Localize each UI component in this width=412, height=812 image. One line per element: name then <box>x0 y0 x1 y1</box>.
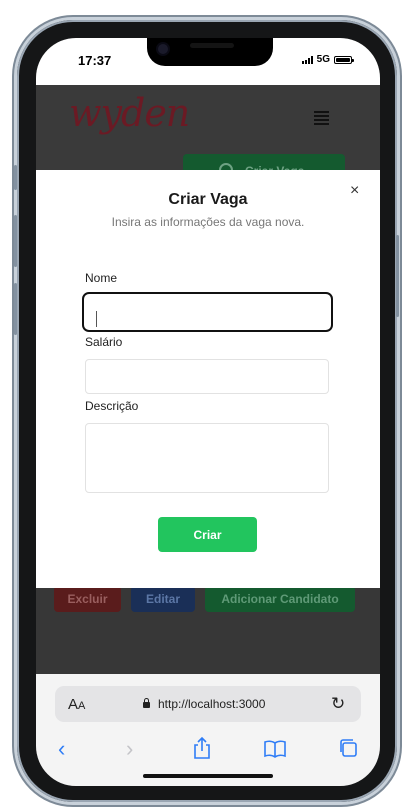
add-candidate-button: Adicionar Candidato <box>205 586 355 612</box>
volume-up-button <box>14 215 17 267</box>
reload-icon[interactable]: ↻ <box>331 694 345 714</box>
signal-icon <box>301 55 313 64</box>
address-bar[interactable]: AA http://localhost:3000 ↻ <box>55 686 361 722</box>
silent-switch <box>14 165 17 190</box>
share-icon[interactable] <box>192 736 212 760</box>
power-button <box>396 235 399 317</box>
status-time: 17:37 <box>78 53 112 68</box>
browser-toolbar: ‹ › <box>36 736 380 766</box>
network-label: 5G <box>316 54 330 65</box>
screen: 17:37 5G wyden Criar Vaga Excluir Editar… <box>36 38 380 786</box>
safari-bottom-bar: AA http://localhost:3000 ↻ ‹ › <box>36 674 380 786</box>
modal-title: Criar Vaga <box>168 191 248 208</box>
create-button[interactable]: Criar <box>158 517 257 552</box>
camera-icon <box>158 44 168 54</box>
reader-settings-button[interactable]: AA <box>68 696 85 713</box>
name-label: Nome <box>85 271 118 285</box>
description-textarea[interactable] <box>85 423 329 493</box>
edit-button: Editar <box>131 586 195 612</box>
forward-icon[interactable]: › <box>126 736 133 762</box>
bookmarks-icon[interactable] <box>263 740 287 758</box>
volume-down-button <box>14 283 17 335</box>
logo: wyden <box>69 91 190 135</box>
vacancy-actions-row: Excluir Editar Adicionar Candidato <box>54 586 355 612</box>
url-text: http://localhost:3000 <box>158 697 266 711</box>
notch <box>147 38 273 66</box>
speaker <box>190 43 234 48</box>
menu-icon[interactable] <box>314 111 329 127</box>
delete-button: Excluir <box>54 586 121 612</box>
name-input[interactable] <box>82 292 333 332</box>
aa-label: A <box>68 696 79 713</box>
home-indicator <box>143 774 273 778</box>
lock-icon <box>143 698 150 708</box>
text-caret <box>96 311 97 327</box>
salary-input[interactable] <box>85 359 329 394</box>
status-indicators: 5G <box>301 54 354 65</box>
battery-icon <box>334 55 354 64</box>
modal-subtitle: Insira as informações da vaga nova. <box>111 215 305 229</box>
salary-label: Salário <box>85 335 123 349</box>
create-vacancy-modal: × Criar Vaga Insira as informações da va… <box>36 170 380 588</box>
back-icon[interactable]: ‹ <box>58 736 65 762</box>
description-label: Descrição <box>85 399 139 413</box>
tabs-icon[interactable] <box>338 738 358 758</box>
aa-small-label: A <box>78 700 86 712</box>
